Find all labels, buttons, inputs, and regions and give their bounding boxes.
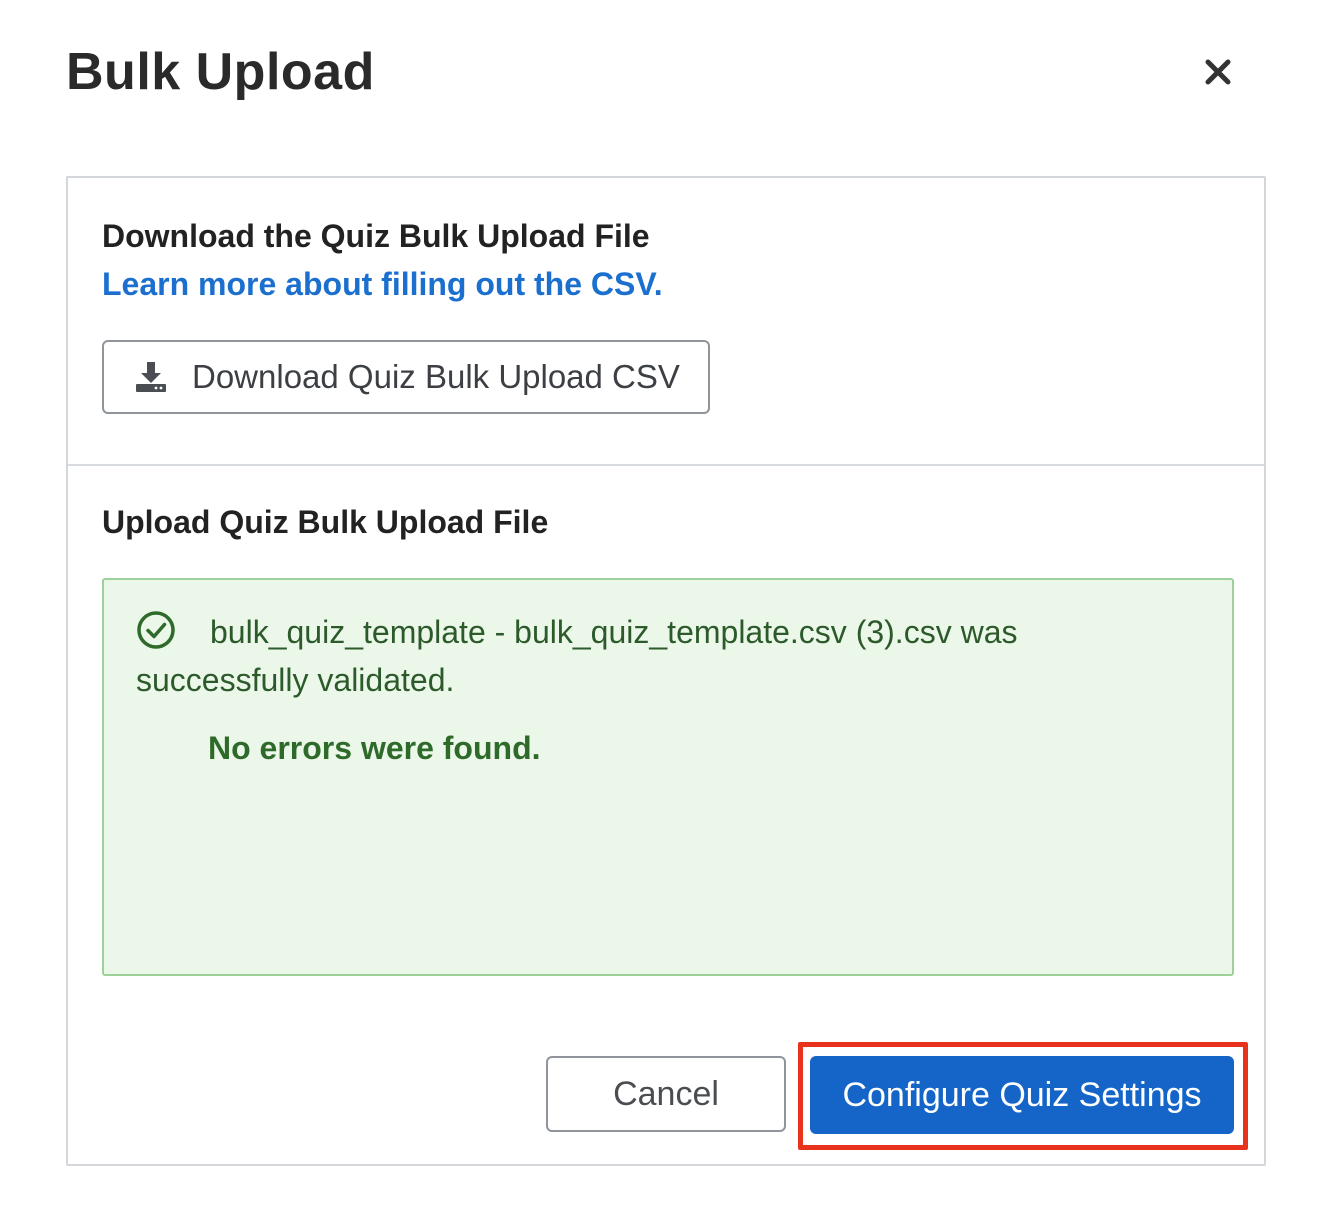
upload-heading: Upload Quiz Bulk Upload File	[102, 504, 549, 540]
validation-success-alert: bulk_quiz_template - bulk_quiz_template.…	[102, 578, 1234, 976]
cancel-button[interactable]: Cancel	[546, 1056, 786, 1132]
download-csv-button[interactable]: Download Quiz Bulk Upload CSV	[102, 340, 710, 414]
close-button[interactable]	[1196, 50, 1240, 94]
section-divider	[68, 464, 1264, 466]
modal-title: Bulk Upload	[66, 43, 375, 101]
validation-message: bulk_quiz_template - bulk_quiz_template.…	[136, 614, 1018, 698]
learn-more-link[interactable]: Learn more about filling out the CSV.	[102, 266, 663, 303]
configure-quiz-settings-button[interactable]: Configure Quiz Settings	[810, 1056, 1234, 1134]
validation-detail: No errors were found.	[208, 730, 541, 766]
upload-panel: Download the Quiz Bulk Upload File Learn…	[66, 176, 1266, 1166]
bulk-upload-modal: Bulk Upload Download the Quiz Bulk Uploa…	[0, 0, 1323, 1222]
download-heading: Download the Quiz Bulk Upload File	[102, 218, 650, 254]
close-icon	[1205, 59, 1231, 85]
download-icon	[134, 360, 168, 394]
download-csv-label: Download Quiz Bulk Upload CSV	[192, 358, 680, 395]
